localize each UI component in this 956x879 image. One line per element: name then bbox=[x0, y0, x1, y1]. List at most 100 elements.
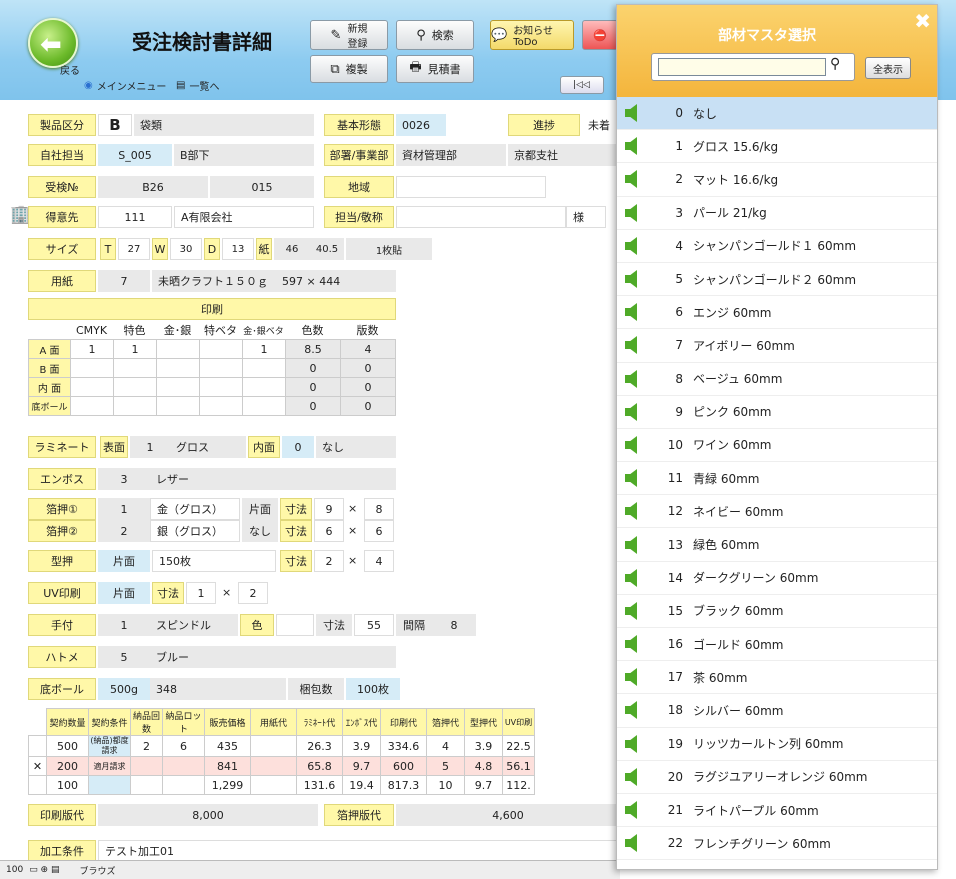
foil-plate-field[interactable]: 4,600 bbox=[396, 804, 620, 826]
close-icon[interactable]: ✖ bbox=[914, 9, 931, 33]
list-item[interactable]: 8 ベージュ 60mm bbox=[617, 363, 937, 396]
select-arrow-icon[interactable] bbox=[625, 104, 637, 123]
die-side[interactable]: 片面 bbox=[98, 550, 150, 572]
foil1-w[interactable]: 9 bbox=[314, 498, 344, 520]
row-checkbox[interactable] bbox=[28, 735, 47, 757]
list-item[interactable]: 2 マット 16.6/kg bbox=[617, 163, 937, 197]
select-arrow-icon[interactable] bbox=[625, 568, 637, 587]
list-item[interactable]: 10 ワイン 60mm bbox=[617, 429, 937, 463]
foil2-w[interactable]: 6 bbox=[314, 520, 344, 542]
row-checkbox[interactable] bbox=[28, 775, 47, 795]
search-input[interactable] bbox=[658, 58, 826, 76]
process-field[interactable]: テスト加工01 bbox=[98, 840, 618, 862]
foil1-side[interactable]: 片面 bbox=[242, 498, 278, 520]
list-item[interactable]: 7 アイボリー 60mm bbox=[617, 329, 937, 363]
list-item[interactable]: 12 ネイビー 60mm bbox=[617, 495, 937, 529]
die-count[interactable]: 150枚 bbox=[152, 550, 276, 572]
copy-button[interactable]: ⧉ 複製 bbox=[310, 55, 388, 83]
select-arrow-icon[interactable] bbox=[625, 469, 637, 488]
zoom-icon[interactable]: ▭ ⊕ ▤ bbox=[29, 865, 59, 875]
select-arrow-icon[interactable] bbox=[625, 336, 637, 355]
list-item[interactable]: 21 ライトパープル 60mm bbox=[617, 794, 937, 828]
basic-form-field[interactable]: 0026 bbox=[396, 114, 446, 136]
bottom-field[interactable]: 500g bbox=[98, 678, 150, 700]
select-arrow-icon[interactable] bbox=[625, 801, 637, 820]
list-item[interactable]: 19 リッツカールトン列 60mm bbox=[617, 728, 937, 761]
select-arrow-icon[interactable] bbox=[625, 834, 637, 853]
uv-h[interactable]: 2 bbox=[238, 582, 268, 604]
pack-field[interactable]: 100枚 bbox=[346, 678, 400, 700]
row-delete-icon[interactable]: ✕ bbox=[28, 756, 47, 776]
list-item[interactable]: 3 パール 21/kg bbox=[617, 197, 937, 230]
select-arrow-icon[interactable] bbox=[625, 203, 637, 222]
list-item[interactable]: 13 緑色 60mm bbox=[617, 528, 937, 562]
size-t-field[interactable]: 27 bbox=[118, 238, 150, 260]
list-item[interactable]: 15 ブラック 60mm bbox=[617, 595, 937, 628]
select-arrow-icon[interactable] bbox=[625, 535, 637, 554]
list-link[interactable]: ▤ 一覧へ bbox=[176, 78, 219, 93]
list-item[interactable]: 22 フレンチグリーン 60mm bbox=[617, 827, 937, 861]
customer-code-field[interactable]: 111 bbox=[98, 206, 172, 228]
die-w[interactable]: 2 bbox=[314, 550, 344, 572]
paper-code-field[interactable]: 7 bbox=[98, 270, 150, 292]
honorific-field[interactable]: 様 bbox=[566, 206, 606, 228]
back-button[interactable]: ⬅ bbox=[28, 18, 78, 68]
list-item[interactable]: 0 なし bbox=[617, 97, 937, 131]
contact-field[interactable] bbox=[396, 206, 566, 228]
dept-field[interactable]: 資材管理部 bbox=[396, 144, 506, 166]
select-arrow-icon[interactable] bbox=[625, 270, 637, 289]
select-arrow-icon[interactable] bbox=[625, 635, 637, 654]
staff-code-field[interactable]: S_005 bbox=[98, 144, 172, 166]
eyelet-field[interactable]: 5 bbox=[98, 646, 150, 668]
product-type-field[interactable]: B bbox=[98, 114, 132, 136]
order-no-field[interactable]: B26 bbox=[98, 176, 208, 198]
color-field[interactable] bbox=[276, 614, 314, 636]
list-item[interactable]: 6 エンジ 60mm bbox=[617, 296, 937, 330]
emboss-field[interactable]: 3 bbox=[98, 468, 150, 490]
list-item[interactable]: 20 ラグジユアリーオレンジ 60mm bbox=[617, 761, 937, 794]
list-item[interactable]: 9 ピンク 60mm bbox=[617, 396, 937, 429]
search-button[interactable]: ⚲ 検索 bbox=[396, 20, 474, 50]
foil1-field[interactable]: 1 bbox=[98, 498, 150, 520]
handle-dim-field[interactable]: 55 bbox=[354, 614, 394, 636]
order-sub-field[interactable]: 015 bbox=[210, 176, 314, 198]
select-arrow-icon[interactable] bbox=[625, 601, 637, 620]
zoom-level[interactable]: 100 bbox=[6, 865, 23, 875]
stop-button[interactable]: ⛔ bbox=[582, 20, 618, 50]
list-item[interactable]: 16 ゴールド 60mm bbox=[617, 628, 937, 662]
select-arrow-icon[interactable] bbox=[625, 502, 637, 521]
select-arrow-icon[interactable] bbox=[625, 734, 637, 753]
list-item[interactable]: 18 シルバー 60mm bbox=[617, 694, 937, 728]
search-icon[interactable]: ⚲ bbox=[830, 56, 840, 72]
list-item[interactable]: 4 シャンパンゴールド１ 60mm bbox=[617, 230, 937, 263]
select-arrow-icon[interactable] bbox=[625, 236, 637, 255]
uv-w[interactable]: 1 bbox=[186, 582, 216, 604]
gap-field[interactable]: 8 bbox=[432, 614, 476, 636]
mode-label[interactable]: ブラウズ bbox=[79, 864, 115, 877]
select-arrow-icon[interactable] bbox=[625, 369, 637, 388]
list-item[interactable]: 17 茶 60mm bbox=[617, 661, 937, 695]
uv-side[interactable]: 片面 bbox=[98, 582, 150, 604]
customer-name-field[interactable]: A有限会社 bbox=[174, 206, 314, 228]
foil1-h[interactable]: 8 bbox=[364, 498, 394, 520]
select-arrow-icon[interactable] bbox=[625, 303, 637, 322]
select-arrow-icon[interactable] bbox=[625, 402, 637, 421]
foil2-field[interactable]: 2 bbox=[98, 520, 150, 542]
handle-field[interactable]: 1 bbox=[98, 614, 150, 636]
select-arrow-icon[interactable] bbox=[625, 435, 637, 454]
list-item[interactable]: 1 グロス 15.6/kg bbox=[617, 130, 937, 164]
plate-field[interactable]: 8,000 bbox=[98, 804, 318, 826]
front-field[interactable]: 1 bbox=[130, 436, 170, 458]
progress-field[interactable]: 未着 bbox=[582, 114, 620, 136]
die-h[interactable]: 4 bbox=[364, 550, 394, 572]
notice-todo-button[interactable]: 💬 お知らせ ToDo bbox=[490, 20, 574, 50]
select-arrow-icon[interactable] bbox=[625, 668, 637, 687]
foil2-h[interactable]: 6 bbox=[364, 520, 394, 542]
list-item[interactable]: 5 シャンパンゴールド２ 60mm bbox=[617, 263, 937, 297]
select-arrow-icon[interactable] bbox=[625, 767, 637, 786]
list-item[interactable]: 14 ダークグリーン 60mm bbox=[617, 562, 937, 595]
size-d-field[interactable]: 13 bbox=[222, 238, 254, 260]
region-field[interactable] bbox=[396, 176, 546, 198]
select-arrow-icon[interactable] bbox=[625, 137, 637, 156]
main-menu-link[interactable]: ◉ メインメニュー bbox=[84, 78, 166, 93]
